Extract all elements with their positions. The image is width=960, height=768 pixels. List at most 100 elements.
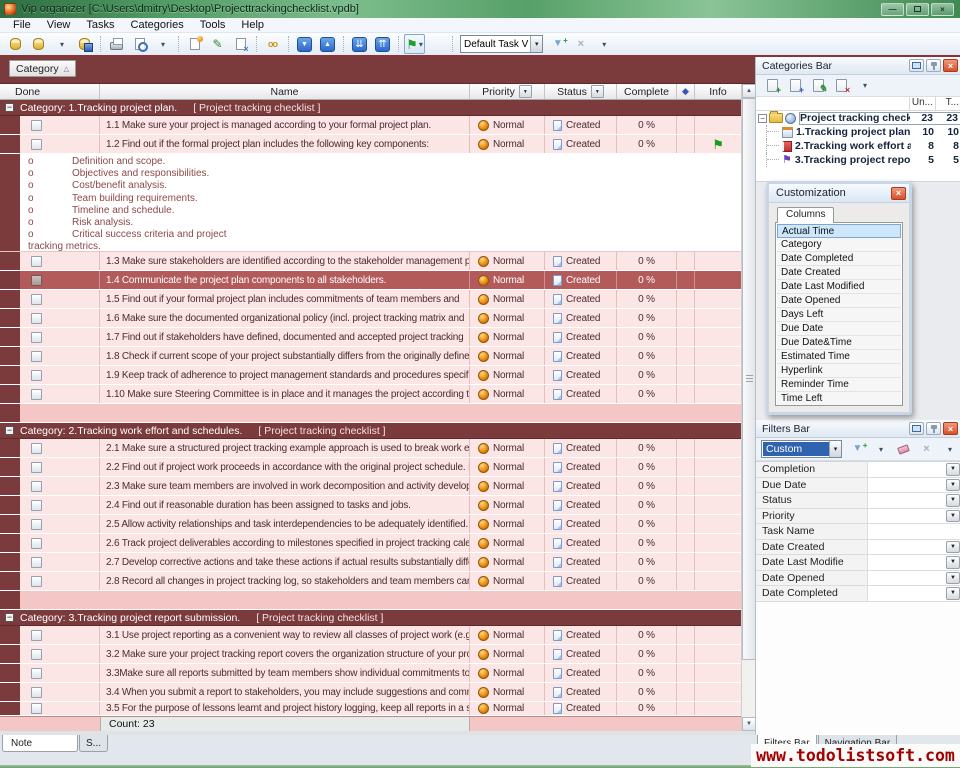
column-option-date-last-modified[interactable]: Date Last Modified: [777, 280, 901, 294]
column-option-hyperlink[interactable]: Hyperlink: [777, 364, 901, 378]
column-option-due-date[interactable]: Due Date: [777, 322, 901, 336]
view-note-icon[interactable]: oo: [262, 34, 283, 54]
print-icon[interactable]: [106, 34, 127, 54]
status-filter-dropdown[interactable]: ▼: [591, 85, 604, 98]
apply-filter-icon[interactable]: ▼+: [847, 439, 868, 459]
filters-pin-button[interactable]: [926, 422, 941, 435]
task-row[interactable]: 1.4 Communicate the project plan compone…: [0, 271, 741, 290]
done-checkbox[interactable]: [31, 519, 42, 530]
minimize-button[interactable]: —: [881, 3, 904, 16]
combo-dropdown-icon[interactable]: ▾: [530, 36, 542, 52]
categories-close-button[interactable]: ×: [943, 59, 958, 72]
done-checkbox[interactable]: [31, 703, 42, 714]
save-database-icon[interactable]: [74, 34, 95, 54]
task-row[interactable]: 2.1 Make sure a structured project track…: [0, 439, 741, 458]
group-by-chip-category[interactable]: Category △: [9, 60, 76, 77]
filter-value[interactable]: [868, 540, 945, 555]
task-row[interactable]: 1.10 Make sure Steering Committee is in …: [0, 385, 741, 404]
menu-tools[interactable]: Tools: [193, 18, 233, 33]
categories-restore-button[interactable]: [909, 59, 924, 72]
task-view-combo[interactable]: Default Task V ▾: [460, 35, 543, 53]
filter-value[interactable]: [868, 509, 945, 524]
task-row[interactable]: 1.1 Make sure your project is managed ac…: [0, 116, 741, 135]
filter-dropdown-button[interactable]: ▼: [946, 587, 960, 600]
column-option-actual-time[interactable]: Actual Time: [777, 224, 901, 238]
done-checkbox[interactable]: [31, 462, 42, 473]
task-row[interactable]: 2.6 Track project deliverables according…: [0, 534, 741, 553]
category-tree-item-project-tracking-checklist[interactable]: −Project tracking checklist2323: [756, 111, 960, 125]
task-row[interactable]: 2.7 Develop corrective actions and take …: [0, 553, 741, 572]
done-checkbox[interactable]: [31, 294, 42, 305]
move-to-bottom-icon[interactable]: ⇊: [349, 34, 370, 54]
column-option-estimated-time[interactable]: Estimated Time: [777, 350, 901, 364]
edit-category-icon[interactable]: [808, 76, 829, 96]
delete-filter-icon[interactable]: ×: [916, 439, 937, 459]
apply-view-icon[interactable]: ▼+: [547, 34, 568, 54]
move-to-top-icon[interactable]: ⇈: [372, 34, 393, 54]
filter-value[interactable]: [868, 478, 945, 493]
filter-dropdown-button[interactable]: ▼: [946, 556, 960, 569]
filter-dropdown-button[interactable]: ▼: [946, 494, 960, 507]
move-down-icon[interactable]: ▼: [294, 34, 315, 54]
erase-filter-icon[interactable]: [893, 439, 914, 459]
menu-categories[interactable]: Categories: [124, 18, 191, 33]
done-checkbox[interactable]: [31, 443, 42, 454]
print-preview-icon[interactable]: [129, 34, 150, 54]
clear-view-icon[interactable]: ×: [570, 34, 591, 54]
tab-s[interactable]: S...: [79, 735, 108, 752]
task-row[interactable]: 3.2 Make sure your project tracking repo…: [0, 645, 741, 664]
filters-restore-button[interactable]: [909, 422, 924, 435]
tab-columns[interactable]: Columns: [777, 207, 834, 223]
done-checkbox[interactable]: [31, 500, 42, 511]
filter-dropdown-button[interactable]: ▼: [946, 510, 960, 523]
customization-title-bar[interactable]: Customization ×: [769, 184, 909, 203]
category-group-row[interactable]: −Category: 1.Tracking project plan.[ Pro…: [0, 100, 741, 116]
categories-more-dropdown[interactable]: ▾: [854, 76, 875, 96]
tab-note[interactable]: Note: [2, 735, 78, 752]
category-tree-item-1-tracking-project-plan[interactable]: 1.Tracking project plan.1010: [756, 125, 960, 139]
customization-close-button[interactable]: ×: [891, 187, 906, 200]
done-checkbox[interactable]: [31, 630, 42, 641]
column-option-date-completed[interactable]: Date Completed: [777, 252, 901, 266]
filters-more-dropdown[interactable]: ▾: [939, 439, 960, 459]
column-header-info[interactable]: Info: [695, 84, 741, 99]
collapse-icon[interactable]: −: [5, 426, 14, 435]
menu-file[interactable]: File: [6, 18, 38, 33]
done-checkbox[interactable]: [31, 313, 42, 324]
column-header-priority[interactable]: Priority ▼: [470, 84, 545, 99]
collapse-icon[interactable]: −: [5, 613, 14, 622]
filter-value[interactable]: [868, 586, 945, 601]
menu-view[interactable]: View: [40, 18, 78, 33]
new-task-icon[interactable]: [184, 34, 205, 54]
task-row[interactable]: 1.6 Make sure the documented organizatio…: [0, 309, 741, 328]
done-checkbox[interactable]: [31, 649, 42, 660]
task-row[interactable]: 3.5 For the purpose of lessons learnt an…: [0, 702, 741, 716]
print-dropdown[interactable]: ▾: [152, 34, 173, 54]
column-header-status[interactable]: Status ▼: [545, 84, 617, 99]
task-row[interactable]: 2.4 Find out if reasonable duration has …: [0, 496, 741, 515]
filter-value[interactable]: [868, 462, 945, 477]
close-button[interactable]: ×: [931, 3, 954, 16]
maximize-button[interactable]: [906, 3, 929, 16]
filter-value[interactable]: [868, 555, 945, 570]
preset-dropdown-icon[interactable]: ▾: [829, 441, 841, 457]
task-row[interactable]: 2.2 Find out if project work proceeds in…: [0, 458, 741, 477]
done-checkbox[interactable]: [31, 139, 42, 150]
vertical-scrollbar[interactable]: ▲ ▼: [741, 84, 755, 731]
column-header-undone[interactable]: Un...: [909, 97, 935, 110]
filter-dropdown-button[interactable]: ▼: [946, 463, 960, 476]
category-group-row[interactable]: −Category: 3.Tracking project report sub…: [0, 610, 741, 626]
column-header-done[interactable]: Done: [0, 84, 100, 99]
column-header-complete[interactable]: Complete: [617, 84, 677, 99]
done-checkbox[interactable]: [31, 668, 42, 679]
task-row[interactable]: 1.9 Keep track of adherence to project m…: [0, 366, 741, 385]
task-row[interactable]: 1.7 Find out if stakeholders have define…: [0, 328, 741, 347]
done-checkbox[interactable]: [31, 557, 42, 568]
done-checkbox[interactable]: [31, 370, 42, 381]
task-row[interactable]: 1.5 Find out if your formal project plan…: [0, 290, 741, 309]
menu-help[interactable]: Help: [234, 18, 271, 33]
filters-close-button[interactable]: ×: [943, 422, 958, 435]
task-row[interactable]: 1.2 Find out if the formal project plan …: [0, 135, 741, 154]
filter-value[interactable]: [868, 524, 960, 539]
column-header-priority-diamond[interactable]: ◆: [677, 84, 695, 99]
